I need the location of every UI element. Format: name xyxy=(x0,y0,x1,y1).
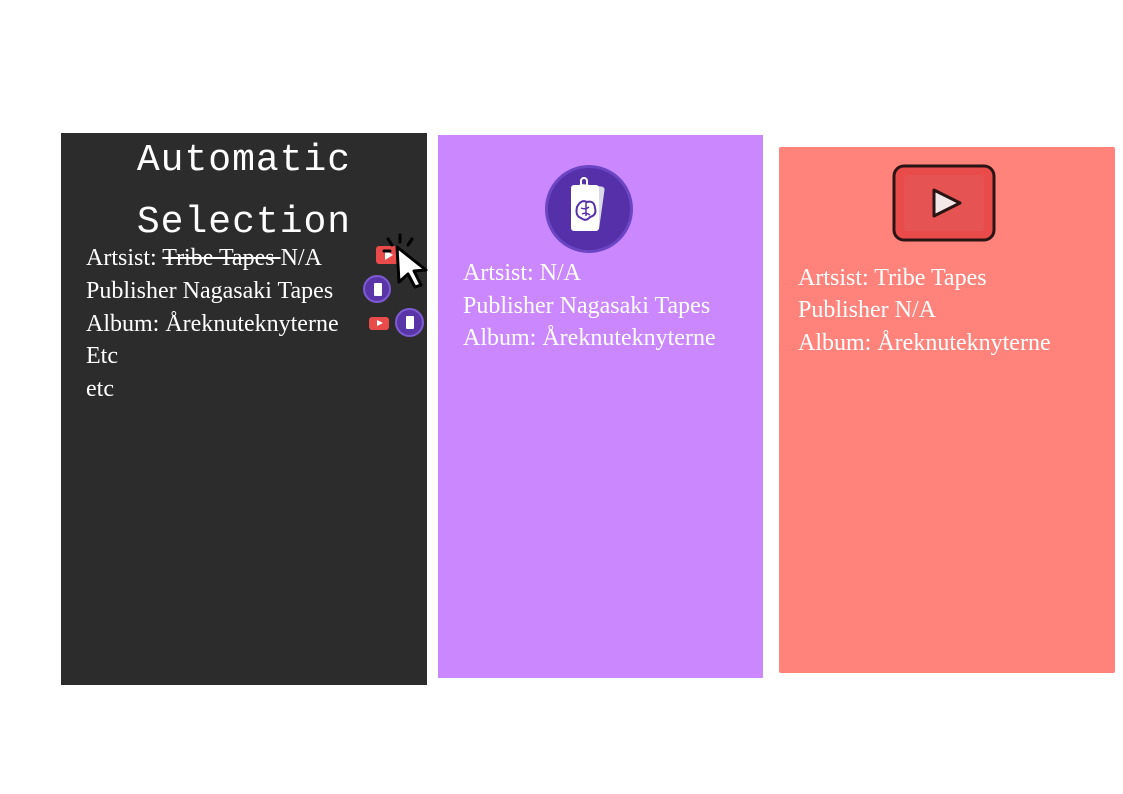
metadata-source-panel: Artsist: N/A Publisher Nagasaki Tapes Al… xyxy=(438,135,763,678)
artist-row: Artsist: N/A xyxy=(463,260,582,286)
automatic-selection-panel: Automatic Selection Artsist: Tribe Tapes… xyxy=(61,133,428,685)
etc-row-1: Etc xyxy=(86,343,118,369)
youtube-source-panel: Artsist: Tribe Tapes Publisher N/A Album… xyxy=(779,147,1115,673)
artist-row[interactable]: Artsist: Tribe Tapes N/A xyxy=(86,244,322,272)
youtube-icon[interactable] xyxy=(369,317,389,330)
publisher-row: Publisher Nagasaki Tapes xyxy=(86,278,334,304)
artist-prefix: Artsist: xyxy=(86,245,163,271)
publisher-row: Publisher Nagasaki Tapes xyxy=(463,293,711,319)
panel-title-line1: Automatic xyxy=(136,139,352,182)
publisher-row: Publisher N/A xyxy=(798,297,936,323)
album-row: Album: Åreknuteknyterne xyxy=(798,330,1051,356)
etc-row-2: etc xyxy=(86,376,114,402)
tag-brain-icon[interactable] xyxy=(395,308,424,337)
artist-row: Artsist: Tribe Tapes xyxy=(798,265,987,291)
tag-brain-icon[interactable] xyxy=(363,275,391,303)
album-row: Album: Åreknuteknyterne xyxy=(463,325,716,351)
artist-selected-value: N/A xyxy=(280,245,322,271)
tag-brain-icon xyxy=(545,165,633,253)
album-row: Album: Åreknuteknyterne xyxy=(86,311,339,337)
artist-struck-value: Tribe Tapes xyxy=(162,245,281,271)
youtube-icon xyxy=(892,164,996,242)
panel-title-line2: Selection xyxy=(136,201,352,244)
